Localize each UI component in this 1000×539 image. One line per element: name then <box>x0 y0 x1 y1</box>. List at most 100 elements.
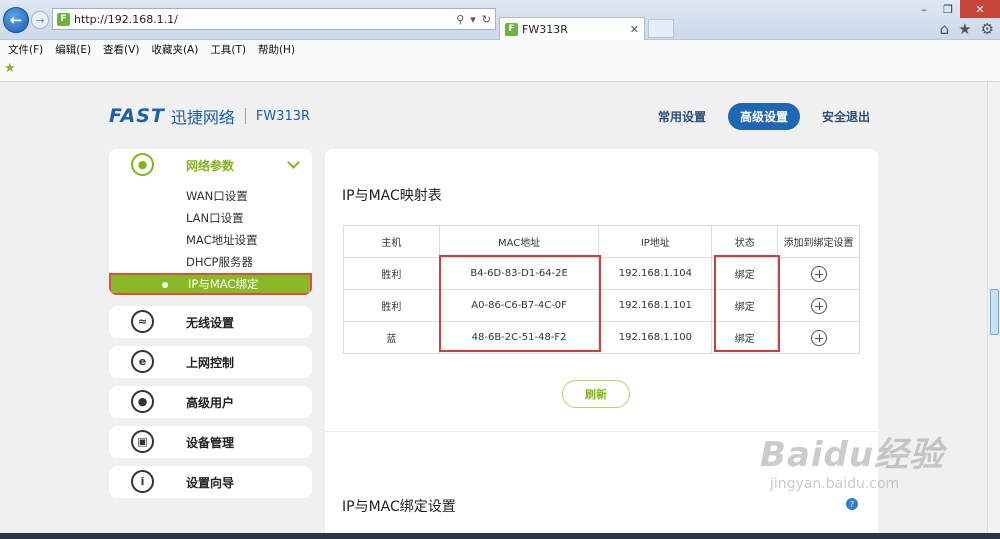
sidebar-group-network: ● 网络参数 WAN口设置 LAN口设置 MAC地址设置 DHCP服务器 IP与… <box>109 149 312 295</box>
info-icon: i <box>131 470 154 493</box>
column-header-mac: MAC地址 <box>438 225 600 258</box>
sidebar-item-ip-mac-binding[interactable]: IP与MAC绑定 <box>109 273 312 295</box>
cell-add <box>777 257 860 290</box>
column-header-add-binding: 添加到绑定设置 <box>777 225 860 258</box>
menu-edit[interactable]: 编辑(E) <box>55 42 91 57</box>
column-header-host: 主机 <box>343 225 440 258</box>
tab-favicon: F <box>505 22 518 36</box>
chevron-down-icon <box>287 156 300 169</box>
sidebar-group-label: 上网控制 <box>186 355 235 370</box>
taskbar <box>0 533 1000 539</box>
address-bar[interactable]: F http://192.168.1.1/ ⚲ ▾ ↻ <box>52 8 496 30</box>
column-header-ip: IP地址 <box>598 225 713 258</box>
sidebar-item-wan[interactable]: WAN口设置 <box>109 185 312 207</box>
sidebar-group-label: 高级用户 <box>186 395 235 410</box>
add-circle-icon[interactable] <box>810 265 827 282</box>
nav-common-settings[interactable]: 常用设置 <box>646 103 718 130</box>
star-icon[interactable]: ★ <box>958 20 971 38</box>
binding-settings-title: IP与MAC绑定设置 <box>342 499 456 515</box>
browser-chrome: ← → F http://192.168.1.1/ ⚲ ▾ ↻ F FW313R… <box>0 0 1000 82</box>
ip-mac-table: 主机 MAC地址 IP地址 状态 添加到绑定设置 胜利 B4-6D-83-D1-… <box>343 225 860 354</box>
logo-separator <box>244 108 246 124</box>
new-tab-button[interactable] <box>648 19 674 38</box>
add-favorite-icon[interactable]: ★ <box>4 61 16 76</box>
menu-bar: 文件(F) 编辑(E) 查看(V) 收藏夹(A) 工具(T) 帮助(H) <box>0 40 1000 58</box>
sidebar-group-label: 设备管理 <box>186 435 235 450</box>
url-text[interactable]: http://192.168.1.1/ <box>74 13 456 26</box>
sidebar-group-internet-control[interactable]: e 上网控制 <box>109 346 312 378</box>
watermark-main: Baidu经验 <box>760 435 945 475</box>
sidebar-item-mac[interactable]: MAC地址设置 <box>109 229 312 251</box>
refresh-icon[interactable]: ↻ <box>482 13 491 26</box>
cell-add <box>777 321 860 354</box>
model-name: FW313R <box>255 108 311 124</box>
home-icon[interactable]: ⌂ <box>940 20 950 38</box>
table-row: 胜利 B4-6D-83-D1-64-2E 192.168.1.104 绑定 <box>343 257 860 290</box>
sidebar: ● 网络参数 WAN口设置 LAN口设置 MAC地址设置 DHCP服务器 IP与… <box>109 149 312 506</box>
sidebar-group-wireless[interactable]: ≈ 无线设置 <box>109 306 312 338</box>
gear-icon[interactable]: ⚙ <box>981 20 994 38</box>
nav-advanced-settings[interactable]: 高级设置 <box>728 103 801 130</box>
tab-title: FW313R <box>522 22 568 36</box>
top-nav: 常用设置 高级设置 安全退出 <box>646 103 892 130</box>
nav-logout[interactable]: 安全退出 <box>810 103 882 130</box>
sidebar-item-dhcp[interactable]: DHCP服务器 <box>109 251 312 273</box>
maximize-icon[interactable]: ❐ <box>936 0 960 18</box>
sidebar-group-advanced-user[interactable]: ● 高级用户 <box>109 386 312 418</box>
watermark-sub: jingyan.baidu.com <box>770 476 900 492</box>
baidu-watermark: Baidu经验 jingyan.baidu.com <box>760 427 980 517</box>
cell-host: 胜利 <box>343 289 440 322</box>
internet-e-icon: e <box>131 350 154 373</box>
browser-tab[interactable]: F FW313R ✕ <box>499 17 645 40</box>
cell-host: 胜利 <box>343 257 440 290</box>
refresh-button[interactable]: 刷新 <box>562 380 630 408</box>
favorites-bar: ★ <box>0 58 1000 81</box>
sidebar-item-lan[interactable]: LAN口设置 <box>109 207 312 229</box>
cell-ip: 192.168.1.101 <box>598 289 713 322</box>
cell-ip: 192.168.1.104 <box>598 257 713 290</box>
cell-add <box>777 289 860 322</box>
table-row: 蓝 48-6B-2C-51-48-F2 192.168.1.100 绑定 <box>343 321 860 354</box>
dropdown-icon[interactable]: ▾ <box>470 13 476 26</box>
table-header-row: 主机 MAC地址 IP地址 状态 添加到绑定设置 <box>343 225 860 258</box>
menu-file[interactable]: 文件(F) <box>8 42 43 57</box>
browser-titlebar: ← → F http://192.168.1.1/ ⚲ ▾ ↻ F FW313R… <box>0 0 1000 40</box>
scrollbar-thumb[interactable] <box>990 289 999 335</box>
cell-ip: 192.168.1.100 <box>598 321 713 354</box>
back-arrow-icon[interactable]: ← <box>3 7 29 33</box>
window-controls: – ❐ ✕ <box>912 0 1000 18</box>
minimize-icon[interactable]: – <box>912 0 936 18</box>
site-favicon: F <box>57 12 70 26</box>
status-highlight-box <box>714 255 780 352</box>
globe-icon: ● <box>131 153 154 176</box>
menu-favorites[interactable]: 收藏夹(A) <box>151 42 198 57</box>
brand-logo: FAST 迅捷网络 FW313R <box>109 104 310 128</box>
sidebar-group-label: 网络参数 <box>186 158 235 173</box>
user-icon: ● <box>131 390 154 413</box>
brand-name-cn: 迅捷网络 <box>170 108 235 127</box>
table-row: 胜利 A0-86-C6-B7-4C-0F 192.168.1.101 绑定 <box>343 289 860 322</box>
brand-name: FAST <box>109 105 165 127</box>
router-page: FAST 迅捷网络 FW313R 常用设置 高级设置 安全退出 ● 网络参数 W… <box>0 82 987 533</box>
close-icon[interactable]: ✕ <box>630 23 639 36</box>
sidebar-group-device-management[interactable]: ▣ 设备管理 <box>109 426 312 458</box>
add-circle-icon[interactable] <box>810 329 827 346</box>
sidebar-group-setup-wizard[interactable]: i 设置向导 <box>109 466 312 498</box>
menu-view[interactable]: 查看(V) <box>103 42 139 57</box>
sidebar-group-network-header[interactable]: ● 网络参数 <box>109 149 312 181</box>
sidebar-group-label: 无线设置 <box>186 315 235 330</box>
menu-help[interactable]: 帮助(H) <box>258 42 295 57</box>
add-circle-icon[interactable] <box>810 297 827 314</box>
menu-tools[interactable]: 工具(T) <box>210 42 246 57</box>
column-header-status: 状态 <box>711 225 779 258</box>
sidebar-group-label: 设置向导 <box>186 475 235 490</box>
vertical-scrollbar[interactable] <box>987 82 1000 533</box>
window-close-icon[interactable]: ✕ <box>960 0 1000 18</box>
wifi-icon: ≈ <box>131 310 154 333</box>
cell-host: 蓝 <box>343 321 440 354</box>
sidebar-item-label: IP与MAC绑定 <box>188 277 259 291</box>
search-icon[interactable]: ⚲ <box>456 13 464 26</box>
forward-arrow-icon[interactable]: → <box>31 11 49 29</box>
mac-highlight-box <box>439 255 601 352</box>
device-icon: ▣ <box>131 430 154 453</box>
